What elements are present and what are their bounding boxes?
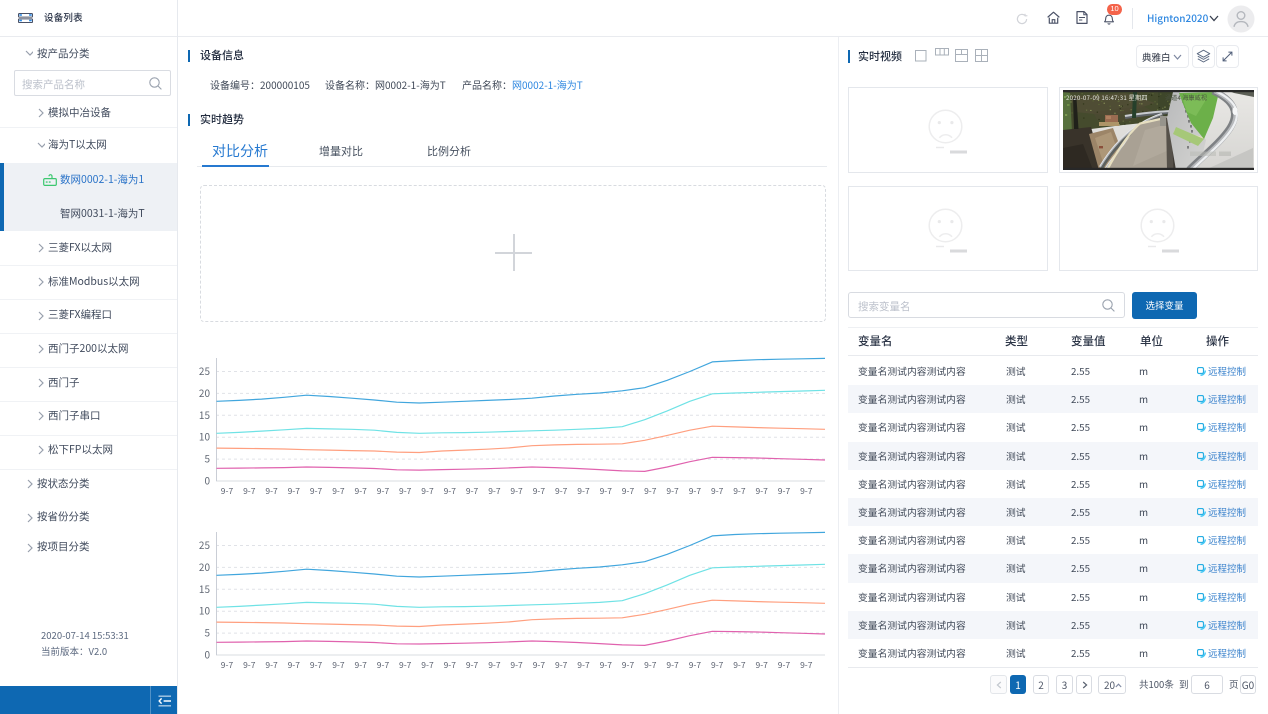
svg-text:9-7: 9-7 (332, 659, 345, 671)
svg-text:10: 10 (199, 429, 211, 444)
svg-text:9-7: 9-7 (399, 485, 412, 497)
svg-text:通道4 海康威视: 通道4 海康威视 (1165, 93, 1207, 102)
svg-text:9-7: 9-7 (399, 659, 412, 671)
svg-text:9-7: 9-7 (221, 659, 234, 671)
svg-text:5: 5 (204, 451, 210, 466)
svg-text:9-7: 9-7 (265, 659, 278, 671)
svg-text:15: 15 (199, 407, 211, 422)
svg-text:9-7: 9-7 (243, 659, 256, 671)
svg-text:9-7: 9-7 (288, 485, 301, 497)
svg-text:9-7: 9-7 (466, 659, 479, 671)
svg-text:9-7: 9-7 (733, 485, 746, 497)
svg-text:10: 10 (199, 603, 211, 618)
svg-text:9-7: 9-7 (488, 659, 501, 671)
svg-text:9-7: 9-7 (600, 659, 613, 671)
svg-text:9-7: 9-7 (488, 485, 501, 497)
svg-text:9-7: 9-7 (711, 659, 724, 671)
svg-text:9-7: 9-7 (533, 485, 546, 497)
svg-text:9-7: 9-7 (288, 659, 301, 671)
svg-text:9-7: 9-7 (555, 485, 568, 497)
svg-text:9-7: 9-7 (778, 485, 791, 497)
svg-text:25: 25 (199, 537, 211, 552)
svg-text:9-7: 9-7 (733, 659, 746, 671)
svg-text:9-7: 9-7 (577, 659, 590, 671)
svg-text:9-7: 9-7 (644, 659, 657, 671)
svg-text:9-7: 9-7 (622, 659, 635, 671)
svg-text:9-7: 9-7 (377, 485, 390, 497)
svg-text:9-7: 9-7 (466, 485, 479, 497)
svg-text:9-7: 9-7 (310, 659, 323, 671)
svg-text:9-7: 9-7 (800, 659, 813, 671)
svg-text:9-7: 9-7 (510, 485, 523, 497)
svg-text:9-7: 9-7 (421, 659, 434, 671)
svg-text:0: 0 (204, 473, 210, 488)
svg-text:9-7: 9-7 (711, 485, 724, 497)
svg-text:9-7: 9-7 (265, 485, 278, 497)
svg-text:9-7: 9-7 (756, 659, 769, 671)
svg-text:9-7: 9-7 (622, 485, 635, 497)
svg-text:2020-07-09 16:47:31 星期四: 2020-07-09 16:47:31 星期四 (1066, 93, 1148, 102)
svg-text:20: 20 (199, 385, 211, 400)
svg-text:20: 20 (199, 559, 211, 574)
svg-text:9-7: 9-7 (310, 485, 323, 497)
svg-text:9-7: 9-7 (377, 659, 390, 671)
svg-text:9-7: 9-7 (510, 659, 523, 671)
svg-text:9-7: 9-7 (444, 659, 457, 671)
svg-text:9-7: 9-7 (577, 485, 590, 497)
svg-text:9-7: 9-7 (421, 485, 434, 497)
svg-text:9-7: 9-7 (666, 485, 679, 497)
svg-text:9-7: 9-7 (355, 485, 368, 497)
svg-text:5: 5 (204, 625, 210, 640)
svg-text:9-7: 9-7 (355, 659, 368, 671)
svg-text:9-7: 9-7 (666, 659, 679, 671)
svg-text:9-7: 9-7 (555, 659, 568, 671)
svg-text:9-7: 9-7 (689, 659, 702, 671)
svg-text:9-7: 9-7 (533, 659, 546, 671)
svg-text:9-7: 9-7 (444, 485, 457, 497)
svg-text:9-7: 9-7 (778, 659, 791, 671)
svg-text:9-7: 9-7 (644, 485, 657, 497)
svg-text:9-7: 9-7 (689, 485, 702, 497)
svg-text:9-7: 9-7 (756, 485, 769, 497)
svg-text:15: 15 (199, 581, 211, 596)
svg-text:25: 25 (199, 363, 211, 378)
svg-text:9-7: 9-7 (221, 485, 234, 497)
svg-text:0: 0 (204, 647, 210, 662)
svg-text:9-7: 9-7 (332, 485, 345, 497)
svg-text:9-7: 9-7 (800, 485, 813, 497)
svg-text:9-7: 9-7 (243, 485, 256, 497)
svg-text:9-7: 9-7 (600, 485, 613, 497)
